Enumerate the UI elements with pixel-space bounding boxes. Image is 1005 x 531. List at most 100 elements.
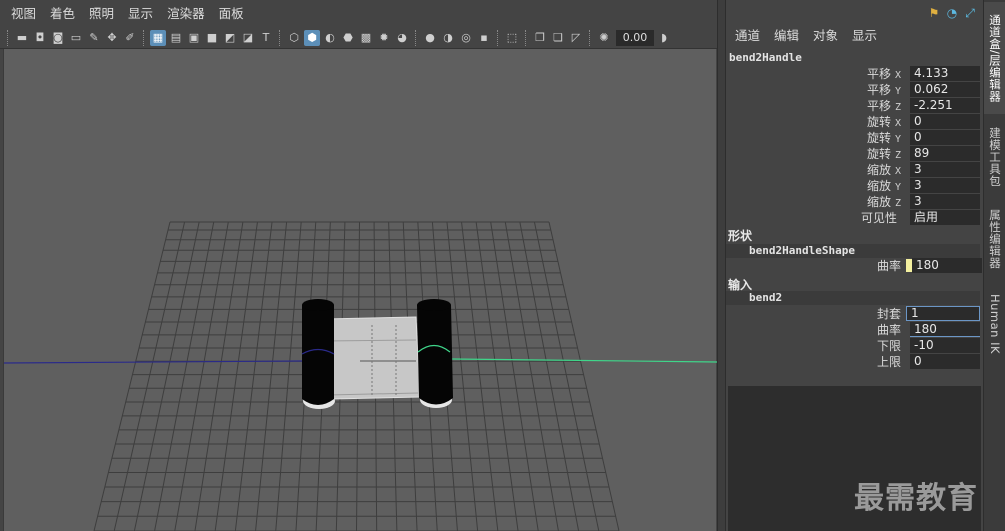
attr-label: 封套 (876, 307, 901, 321)
grid-toggle-icon[interactable]: ▦ (150, 29, 166, 46)
grid-line (93, 221, 171, 531)
object-name[interactable]: bend2Handle (729, 51, 802, 64)
wireframe-on-shaded-icon[interactable]: ⬣ (340, 30, 356, 46)
attr-row-translate-x[interactable]: 平移 X 4.133 (726, 66, 983, 82)
attr-row-scale-x[interactable]: 缩放 X 3 (726, 162, 983, 178)
hyper-icon[interactable]: ⤢ (963, 6, 977, 20)
select-camera-icon[interactable]: ▬ (14, 30, 30, 46)
film-gate-icon[interactable]: ▤ (168, 30, 184, 46)
tab-channel-box-layer-editor[interactable]: 通道盒/层编辑器 (984, 2, 1005, 114)
xray-icon[interactable]: ❐ (532, 30, 548, 46)
attr-value-field[interactable]: 0.062 (910, 82, 980, 97)
attr-axis: Y (894, 182, 901, 193)
attr-value-field[interactable]: 0 (910, 130, 980, 145)
toolbar-separator (525, 29, 527, 46)
attr-value-field[interactable]: 1 (906, 306, 980, 321)
attr-axis: Y (894, 134, 901, 145)
grease-pencil-icon[interactable]: ✎ (86, 30, 102, 46)
gamma-icon[interactable]: ◗ (656, 30, 672, 46)
shadows-icon[interactable]: ◕ (394, 30, 410, 46)
speed-icon[interactable]: ◔ (945, 6, 959, 20)
image-plane-icon[interactable]: ▭ (68, 30, 84, 46)
resolution-gate-icon[interactable]: ▣ (186, 30, 202, 46)
attr-row-high-bound[interactable]: 上限 0 (726, 354, 983, 370)
attr-label-text: 平移 (866, 83, 891, 97)
attr-row-visibility[interactable]: 可见性 启用 (726, 210, 983, 226)
side-tab-strip: 通道盒/层编辑器 建模工具包 属性编辑器 Human IK (983, 0, 1005, 531)
menu-panels[interactable]: 面板 (212, 0, 251, 27)
toolbar-separator (279, 29, 281, 46)
input-node-header[interactable]: bend2 (726, 291, 980, 305)
tab-human-ik[interactable]: Human IK (984, 284, 1005, 364)
shape-node-header[interactable]: bend2HandleShape (726, 244, 980, 258)
attr-row-envelope[interactable]: 封套 1 (726, 306, 983, 322)
xray-joints-icon[interactable]: ◸ (568, 30, 584, 46)
pencil-icon[interactable]: ✐ (122, 30, 138, 46)
cb-menu-object[interactable]: 对象 (806, 26, 845, 46)
grid-line (275, 221, 302, 531)
toolbar-separator (497, 29, 499, 46)
attr-row-curvature[interactable]: 曲率 180 (726, 322, 983, 338)
3d-viewport[interactable] (3, 49, 717, 531)
field-chart-icon[interactable]: ◩ (222, 30, 238, 46)
attr-value-field[interactable]: 0 (910, 114, 980, 129)
safe-action-icon[interactable]: ◪ (240, 30, 256, 46)
attr-value-field[interactable]: 4.133 (910, 66, 980, 81)
ambient-occlusion-icon[interactable]: ● (422, 30, 438, 46)
cb-menu-show[interactable]: 显示 (845, 26, 884, 46)
two-d-pan-icon[interactable]: ✥ (104, 30, 120, 46)
attr-label: 曲率 (876, 323, 901, 337)
tab-attribute-editor[interactable]: 属性编辑器 (984, 200, 1005, 278)
attr-row-rotate-z[interactable]: 旋转 Z 89 (726, 146, 983, 162)
attr-value-field[interactable]: 3 (910, 194, 980, 209)
attr-value-field[interactable]: 3 (910, 178, 980, 193)
isolate-select-icon[interactable]: ⬚ (504, 30, 520, 46)
menu-shading[interactable]: 着色 (43, 0, 82, 27)
attr-value-field[interactable]: 0 (910, 354, 980, 369)
attr-value-field[interactable]: -2.251 (910, 98, 980, 113)
exposure-icon[interactable]: ✺ (596, 30, 612, 46)
gate-mask-icon[interactable]: ■ (204, 30, 220, 46)
panel-divider[interactable] (717, 0, 726, 531)
wireframe-icon[interactable]: ⬡ (286, 30, 302, 46)
manipulator-icon[interactable]: ⚑ (927, 6, 941, 20)
attr-row-translate-y[interactable]: 平移 Y 0.062 (726, 82, 983, 98)
menu-lighting[interactable]: 照明 (82, 0, 121, 27)
default-material-icon[interactable]: ◐ (322, 30, 338, 46)
bookmark-camera-icon[interactable]: ◙ (50, 30, 66, 46)
tab-label: 通道盒/层编辑器 (988, 13, 1002, 103)
menu-renderer[interactable]: 渲染器 (160, 0, 212, 27)
camera-attributes-icon[interactable]: ◘ (32, 30, 48, 46)
lights-icon[interactable]: ✹ (376, 30, 392, 46)
cb-menu-edit[interactable]: 编辑 (767, 26, 806, 46)
attr-row-rotate-x[interactable]: 旋转 X 0 (726, 114, 983, 130)
attr-axis: X (894, 70, 901, 81)
attr-value-field[interactable]: 3 (910, 162, 980, 177)
shape-node-name: bend2HandleShape (749, 244, 855, 257)
attr-value-field[interactable]: 启用 (910, 210, 980, 225)
depth-of-field-icon[interactable]: ▪ (476, 30, 492, 46)
menu-show[interactable]: 显示 (121, 0, 160, 27)
attr-row-scale-z[interactable]: 缩放 Z 3 (726, 194, 983, 210)
menu-view[interactable]: 视图 (4, 0, 43, 27)
attr-row-rotate-y[interactable]: 旋转 Y 0 (726, 130, 983, 146)
attr-value-field[interactable]: 180 (910, 322, 980, 337)
attr-value-field[interactable]: 180 (912, 258, 982, 273)
attr-row-translate-z[interactable]: 平移 Z -2.251 (726, 98, 983, 114)
motion-blur-icon[interactable]: ◑ (440, 30, 456, 46)
attr-row-low-bound[interactable]: 下限 -10 (726, 338, 983, 354)
xray-active-icon[interactable]: ❏ (550, 30, 566, 46)
safe-title-icon[interactable]: T (258, 30, 274, 46)
attr-row-scale-y[interactable]: 缩放 Y 3 (726, 178, 983, 194)
exposure-value-field[interactable]: 0.00 (616, 29, 654, 46)
textured-icon[interactable]: ▩ (358, 30, 374, 46)
attr-value-field[interactable]: -10 (910, 338, 980, 353)
attr-label-text: 旋转 (866, 147, 891, 161)
anti-aliasing-icon[interactable]: ◎ (458, 30, 474, 46)
smooth-shade-icon[interactable]: ⬢ (304, 29, 320, 46)
cb-menu-channels[interactable]: 通道 (728, 26, 767, 46)
attr-label: 旋转 Z (867, 146, 901, 162)
attr-value-field[interactable]: 89 (910, 146, 980, 161)
tab-modeling-toolkit[interactable]: 建模工具包 (984, 118, 1005, 196)
attr-row-shape-curvature[interactable]: 曲率 180 (726, 258, 983, 274)
